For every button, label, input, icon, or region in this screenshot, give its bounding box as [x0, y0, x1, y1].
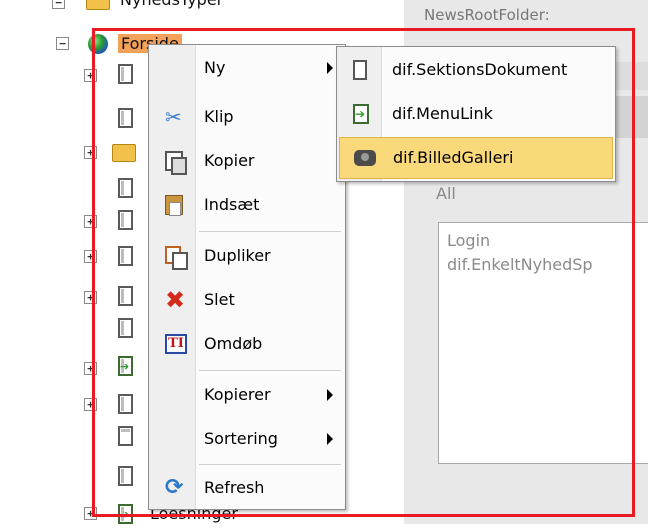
menu-item-kopierer[interactable]: Kopierer: [151, 375, 343, 415]
menu-separator: [199, 231, 341, 232]
document-icon: [118, 466, 133, 486]
menu-item-label: Slet: [204, 290, 235, 309]
expander-plus-icon[interactable]: +: [84, 146, 97, 159]
menu-item-label: dif.BilledGalleri: [393, 148, 514, 167]
document-icon: [118, 108, 133, 128]
document-icon: [118, 178, 133, 198]
tree-label: NyhedsTyper: [120, 0, 223, 9]
expander-plus-icon[interactable]: +: [84, 215, 97, 228]
submenu-item-sektionsdokument[interactable]: dif.SektionsDokument: [339, 50, 613, 90]
menu-separator: [199, 370, 341, 371]
gallery-icon: [354, 150, 376, 166]
menu-item-label: Klip: [204, 107, 234, 126]
expander-plus-icon[interactable]: +: [84, 362, 97, 375]
expander-plus-icon[interactable]: +: [84, 69, 97, 82]
menu-item-label: Kopier: [204, 151, 255, 170]
menu-separator: [199, 464, 341, 465]
copy-icon: [165, 151, 187, 175]
menu-item-indsaet[interactable]: Indsæt: [151, 185, 343, 225]
page-icon: [118, 426, 133, 446]
document-icon: [118, 394, 133, 414]
paste-icon: [165, 195, 183, 216]
list-item[interactable]: Login: [447, 231, 490, 250]
menu-item-label: Kopierer: [204, 385, 271, 404]
menu-item-kopier[interactable]: Kopier: [151, 141, 343, 181]
menu-item-sortering[interactable]: Sortering: [151, 419, 343, 459]
menu-item-klip[interactable]: ✂ Klip: [151, 97, 343, 137]
menu-item-omdoeb[interactable]: TI Omdøb: [151, 324, 343, 364]
menu-item-ny[interactable]: Ny: [151, 48, 343, 88]
delete-x-icon: ✖: [165, 286, 186, 314]
submenu-item-billedgalleri[interactable]: dif.BilledGalleri: [339, 137, 613, 179]
expander-plus-icon[interactable]: +: [84, 398, 97, 411]
scissors-icon: ✂: [165, 105, 182, 129]
submenu-arrow-icon: [327, 433, 333, 445]
submenu-arrow-icon: [327, 389, 333, 401]
menu-link-icon: [118, 504, 133, 524]
rename-icon: TI: [165, 334, 187, 354]
list-item[interactable]: dif.EnkeltNyhedSp: [447, 255, 593, 274]
menu-link-icon: [118, 356, 133, 376]
menu-item-label: Dupliker: [204, 246, 271, 265]
submenu-ny: dif.SektionsDokument dif.MenuLink dif.Bi…: [336, 46, 616, 182]
menu-item-slet[interactable]: ✖ Slet: [151, 280, 343, 320]
folder-icon: [112, 144, 136, 162]
expander-plus-icon[interactable]: +: [84, 291, 97, 304]
menu-item-label: dif.SektionsDokument: [392, 60, 568, 79]
type-list[interactable]: Login dif.EnkeltNyhedSp: [438, 222, 648, 464]
expander-minus-icon[interactable]: −: [52, 0, 65, 9]
expander-plus-icon[interactable]: +: [84, 250, 97, 263]
menu-item-label: Ny: [204, 58, 226, 77]
duplicate-icon: [165, 246, 188, 270]
filter-label[interactable]: All: [436, 184, 456, 203]
menu-item-label: Omdøb: [204, 334, 263, 353]
menu-item-label: Sortering: [204, 429, 278, 448]
document-icon: [118, 318, 133, 338]
submenu-item-menulink[interactable]: dif.MenuLink: [339, 94, 613, 134]
menu-item-label: Refresh: [204, 478, 265, 497]
document-icon: [118, 246, 133, 266]
expander-plus-icon[interactable]: +: [84, 507, 97, 520]
menu-item-dupliker[interactable]: Dupliker: [151, 236, 343, 276]
refresh-icon: ⟳: [165, 475, 184, 500]
menu-item-label: dif.MenuLink: [392, 104, 493, 123]
menu-item-refresh[interactable]: ⟳ Refresh: [151, 468, 343, 508]
pane-header: NewsRootFolder:: [424, 6, 550, 24]
document-icon: [118, 286, 133, 306]
document-icon: [118, 210, 133, 230]
document-icon: [118, 64, 133, 84]
document-icon: [353, 60, 367, 80]
menu-link-icon: [353, 104, 369, 124]
context-menu: Ny ✂ Klip Kopier Indsæt Dupliker ✖ Slet …: [148, 44, 346, 510]
submenu-arrow-icon: [327, 62, 333, 74]
folder-icon: [86, 0, 110, 10]
expander-minus-icon[interactable]: −: [56, 37, 69, 50]
menu-item-label: Indsæt: [204, 195, 260, 214]
globe-icon: [88, 34, 108, 54]
